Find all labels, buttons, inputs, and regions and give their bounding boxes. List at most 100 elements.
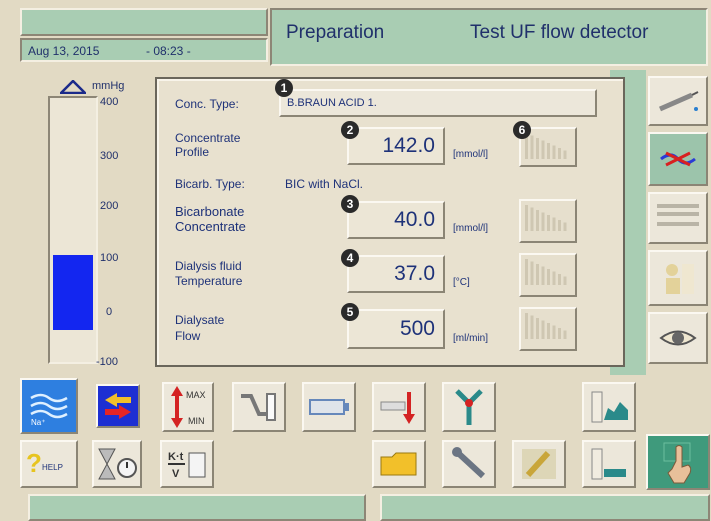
- profile-graph-bar: [541, 320, 545, 339]
- marker-1: 1: [275, 79, 293, 97]
- profile-graph-bar: [563, 150, 567, 159]
- profile-graph-bar: [530, 207, 534, 231]
- bicarbonate-unit: [mmol/l]: [453, 223, 488, 234]
- min-label: MIN: [188, 416, 205, 426]
- waves-icon: Na⁺: [30, 393, 68, 426]
- header-status-bar: Preparation Test UF flow detector: [270, 8, 708, 66]
- profile-graph-bar: [558, 274, 561, 285]
- sodium-button[interactable]: Na⁺: [20, 378, 78, 434]
- tick-400: 400: [100, 96, 119, 108]
- time-text: - 08:23 -: [146, 44, 191, 58]
- profile-graph-bar: [541, 212, 545, 231]
- timer-button[interactable]: [92, 440, 142, 488]
- profile-graph-icon: [525, 205, 567, 231]
- profile-graph-icon: [525, 259, 567, 285]
- marker-3: 3: [341, 195, 359, 213]
- bicarbonate-profile-button[interactable]: [519, 199, 577, 243]
- conc-type-label: Conc. Type:: [175, 97, 239, 111]
- tick-200: 200: [100, 200, 119, 212]
- max-min-button[interactable]: MAX MIN: [162, 382, 214, 432]
- cartridge-button[interactable]: [302, 382, 356, 432]
- profile-graph-bar: [541, 266, 545, 285]
- concentrate-value-button[interactable]: 142.0: [347, 127, 445, 165]
- list-view-button[interactable]: [648, 192, 708, 244]
- temperature-value-button[interactable]: 37.0: [347, 255, 445, 293]
- settings-panel: Conc. Type: B.BRAUN ACID 1. Concentrate …: [155, 77, 625, 367]
- svg-text:?: ?: [26, 448, 42, 478]
- ktv-button[interactable]: K·t V: [160, 440, 214, 488]
- marker-5: 5: [341, 303, 359, 321]
- service-button[interactable]: [442, 440, 496, 488]
- max-label: MAX: [186, 390, 206, 400]
- bag-icon: [591, 448, 626, 480]
- help-label: HELP: [42, 463, 63, 472]
- folder-button[interactable]: [372, 440, 426, 488]
- tubing-icon: [455, 389, 483, 425]
- hourglass-icon: [98, 448, 137, 480]
- bicarb-type-value: BIC with NaCl.: [285, 177, 364, 191]
- profile-graph-bar: [558, 328, 561, 339]
- flow-value-button[interactable]: 500: [347, 309, 445, 349]
- bottom-bar-left: [28, 494, 366, 521]
- profile-graph-bar: [563, 222, 567, 231]
- connector-icon: [241, 393, 276, 421]
- confirm-button[interactable]: [646, 434, 710, 490]
- flow-label-2: Flow: [175, 329, 201, 343]
- profile-graph-bar: [530, 261, 534, 285]
- kt-label: K·t: [168, 451, 184, 463]
- marker-4: 4: [341, 249, 359, 267]
- conc-type-value: B.BRAUN ACID 1.: [287, 97, 377, 109]
- tick-100: 100: [100, 252, 119, 264]
- temp-label-2: Temperature: [175, 274, 243, 288]
- profile-graph-bar: [530, 135, 534, 159]
- eye-button[interactable]: [648, 312, 708, 364]
- profile-graph-bar: [541, 140, 545, 159]
- temperature-unit: [°C]: [453, 277, 470, 288]
- pressure-unit: mmHg: [92, 80, 125, 92]
- tubing-button[interactable]: [442, 382, 496, 432]
- bicarbonate-label-1: Bicarbonate: [175, 204, 245, 219]
- pressure-up-icon: [60, 80, 86, 94]
- v-label: V: [172, 468, 180, 480]
- date-text: Aug 13, 2015: [28, 44, 100, 58]
- temperature-profile-button[interactable]: [519, 253, 577, 297]
- bicarbonate-value-button[interactable]: 40.0: [347, 201, 445, 239]
- profile-graph-bar: [547, 215, 550, 231]
- swap-button[interactable]: [96, 384, 140, 428]
- bag-trend-icon: [591, 391, 628, 423]
- concentrate-label-2: Profile: [175, 145, 210, 159]
- help-button[interactable]: ? HELP: [20, 440, 78, 488]
- bag-button[interactable]: [582, 440, 636, 488]
- bicarb-type-label: Bicarb. Type:: [175, 177, 245, 191]
- patient-button[interactable]: [648, 250, 708, 306]
- conc-type-select[interactable]: B.BRAUN ACID 1.: [279, 89, 597, 117]
- profile-graph-bar: [536, 264, 539, 285]
- connector-button[interactable]: [232, 382, 286, 432]
- sodium-label: Na⁺: [31, 418, 45, 426]
- folder-icon: [380, 452, 417, 476]
- profile-graph-bar: [525, 205, 528, 231]
- profile-graph-bar: [547, 269, 550, 285]
- profile-graph-bar: [552, 271, 556, 285]
- flow-profile-button[interactable]: [519, 307, 577, 351]
- cleaning-button[interactable]: [512, 440, 566, 488]
- bag-trend-button[interactable]: [582, 382, 636, 432]
- pressure-bar-fill: [53, 255, 93, 330]
- syringe-icon: [658, 91, 699, 112]
- tick-minus-100: -100: [96, 356, 119, 368]
- profile-graph-bar: [525, 259, 528, 285]
- profile-graph-bar: [536, 138, 539, 159]
- status-title: Test UF flow detector: [470, 22, 649, 43]
- profile-graph-bar: [563, 276, 567, 285]
- profile-graph-bar: [547, 323, 550, 339]
- profile-graph-bar: [530, 315, 534, 339]
- drain-button[interactable]: [372, 382, 426, 432]
- marker-2: 2: [341, 121, 359, 139]
- help-icon: ? HELP: [26, 448, 63, 478]
- syringe-button[interactable]: [648, 76, 708, 126]
- hand-icon: [663, 442, 692, 484]
- dialyzer-icon: [660, 151, 696, 167]
- profile-graph-bar: [547, 143, 550, 159]
- bicarbonate-label-2: Concentrate: [175, 219, 246, 234]
- dialyzer-button[interactable]: [648, 132, 708, 186]
